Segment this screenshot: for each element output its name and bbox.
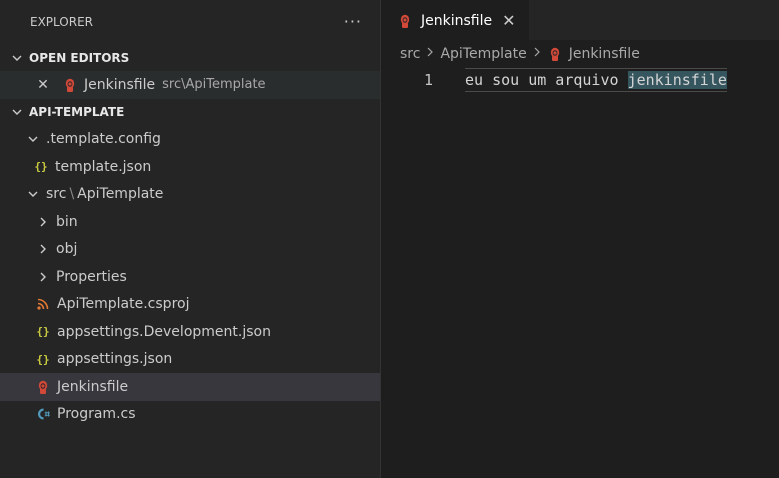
code-highlight: jenkinsfile	[627, 71, 727, 89]
tree-file-appsettings[interactable]: {} appsettings.json	[0, 346, 380, 374]
tree-file-jenkinsfile[interactable]: Jenkinsfile	[0, 373, 380, 401]
tree-folder-bin[interactable]: bin	[0, 208, 380, 236]
chevron-right-icon	[35, 243, 51, 255]
close-icon[interactable]: ✕	[36, 77, 50, 93]
tree-folder-properties[interactable]: Properties	[0, 263, 380, 291]
chevron-right-icon	[533, 46, 541, 62]
close-icon[interactable]: ✕	[502, 11, 515, 30]
tree-label-tail: ApiTemplate	[77, 186, 164, 203]
csharp-icon	[35, 407, 51, 421]
open-editor-path: src\ApiTemplate	[162, 77, 266, 93]
code-plain: eu sou um arquivo	[465, 71, 628, 89]
chevron-right-icon	[426, 46, 434, 62]
open-editors-header[interactable]: OPEN EDITORS	[0, 44, 380, 71]
code-text[interactable]: eu sou um arquivo jenkinsfile	[465, 68, 727, 92]
tree-folder-obj[interactable]: obj	[0, 236, 380, 264]
json-icon: {}	[34, 160, 48, 174]
json-icon: {}	[36, 325, 50, 339]
path-separator: \	[69, 186, 75, 203]
line-number: 1	[423, 71, 433, 89]
tree-label: Properties	[56, 268, 127, 285]
breadcrumb-item-src[interactable]: src	[400, 46, 420, 62]
project-label: API-TEMPLATE	[29, 105, 125, 119]
breadcrumb-item-jenkinsfile[interactable]: Jenkinsfile	[569, 46, 640, 62]
explorer-sidebar: EXPLORER ··· OPEN EDITORS ✕ Jenkinsfile …	[0, 0, 380, 478]
chevron-down-icon	[8, 52, 26, 64]
open-editors-label: OPEN EDITORS	[29, 50, 130, 65]
chevron-right-icon	[35, 216, 51, 228]
code-line[interactable]: 1 eu sou um arquivo jenkinsfile	[381, 68, 779, 92]
explorer-header: EXPLORER ···	[0, 0, 380, 44]
breadcrumb-item-apitemplate[interactable]: ApiTemplate	[440, 46, 526, 62]
tab-jenkinsfile[interactable]: Jenkinsfile ✕	[381, 0, 529, 40]
tree-label: ApiTemplate.csproj	[57, 296, 190, 313]
editor-area: Jenkinsfile ✕ src ApiTemplate Jenkinsfil…	[381, 0, 779, 478]
tab-label: Jenkinsfile	[421, 12, 493, 29]
open-editor-item[interactable]: ✕ Jenkinsfile src\ApiTemplate	[0, 71, 380, 99]
jenkins-icon	[62, 77, 78, 93]
jenkins-icon	[547, 46, 563, 62]
breadcrumb: src ApiTemplate Jenkinsfile	[381, 40, 779, 68]
chevron-down-icon	[8, 106, 26, 118]
tree-label: obj	[56, 241, 78, 258]
more-actions-icon[interactable]: ···	[344, 12, 362, 31]
tree-label: appsettings.Development.json	[57, 323, 271, 340]
chevron-down-icon	[25, 188, 41, 200]
project-header[interactable]: API-TEMPLATE	[0, 99, 380, 126]
tree-folder-template-config[interactable]: .template.config	[0, 126, 380, 154]
tree-label: src	[46, 186, 67, 203]
tree-file-appsettings-development[interactable]: {} appsettings.Development.json	[0, 318, 380, 346]
tree-label: Jenkinsfile	[57, 378, 129, 395]
tree-file-csproj[interactable]: ApiTemplate.csproj	[0, 291, 380, 319]
tree-file-template-json[interactable]: {} template.json	[0, 153, 380, 181]
tree-file-program-cs[interactable]: Program.cs	[0, 401, 380, 429]
jenkins-icon	[397, 13, 413, 29]
tree-label: appsettings.json	[57, 351, 173, 368]
tree-label: .template.config	[46, 131, 161, 148]
tree-label: Program.cs	[57, 406, 136, 423]
jenkins-icon	[35, 379, 51, 395]
rss-icon	[35, 298, 51, 310]
tree-folder-src-apitemplate[interactable]: src \ ApiTemplate	[0, 181, 380, 209]
chevron-right-icon	[35, 271, 51, 283]
open-editor-name: Jenkinsfile	[84, 76, 156, 93]
chevron-down-icon	[25, 133, 41, 145]
json-icon: {}	[36, 352, 50, 366]
explorer-title: EXPLORER	[30, 15, 93, 29]
tree-label: bin	[56, 213, 78, 230]
tab-bar: Jenkinsfile ✕	[381, 0, 779, 40]
tree-label: template.json	[55, 158, 152, 175]
